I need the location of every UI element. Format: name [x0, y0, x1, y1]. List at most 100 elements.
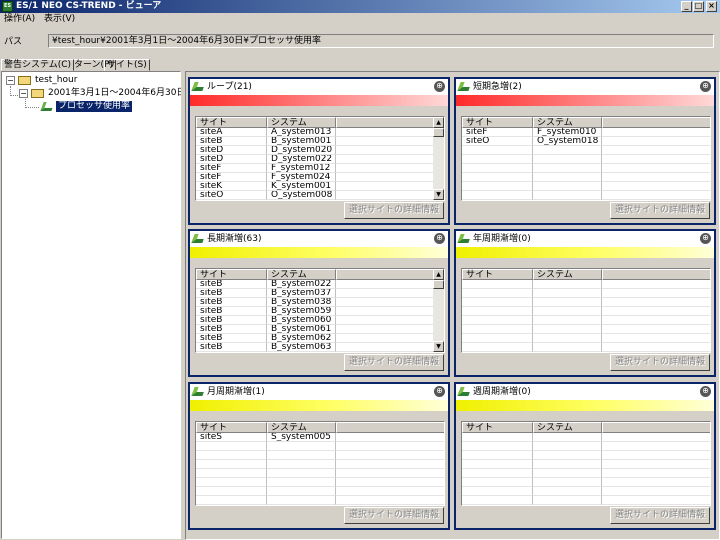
scroll-thumb[interactable] [433, 128, 444, 137]
scroll-down-icon[interactable]: ▼ [433, 189, 444, 200]
column-header-system[interactable]: システム [267, 117, 336, 128]
collapse-toggle-icon[interactable]: ⊕ [700, 233, 711, 244]
column-header-system[interactable]: システム [533, 117, 602, 128]
panel-header: 年周期漸増(0) ⊕ [456, 231, 714, 247]
menu-bar: 操作(A) 表示(V) [0, 13, 720, 26]
table-row [462, 164, 710, 173]
menu-view[interactable]: 表示(V) [44, 13, 75, 26]
site-table[interactable]: サイト システム siteA A_system013 siteB B_system00… [195, 116, 445, 201]
column-header-system[interactable]: システム [533, 422, 602, 433]
cell-system: D_system020 [267, 146, 336, 155]
table-header: サイト システム [196, 117, 444, 128]
table-row[interactable]: siteD D_system022 [196, 155, 444, 164]
table-header: サイト システム [462, 117, 710, 128]
cell-system [533, 280, 602, 289]
trend-icon [457, 82, 472, 91]
table-row[interactable]: siteO O_system008 [196, 191, 444, 200]
column-header-system[interactable]: システム [267, 422, 336, 433]
table-row[interactable]: siteS S_system005 [196, 433, 444, 442]
detail-info-button[interactable]: 選択サイトの詳細情報 [610, 202, 710, 219]
close-button[interactable]: × [706, 1, 717, 12]
collapse-icon[interactable]: − [6, 76, 15, 85]
panel-header: 短期急増(2) ⊕ [456, 79, 714, 95]
table-row[interactable]: siteF F_system010 [462, 128, 710, 137]
column-header-site[interactable]: サイト [196, 422, 267, 433]
panel-loop: ループ(21) ⊕ サイト システム siteA A_system013 siteB… [188, 77, 450, 225]
site-table[interactable]: サイト システム siteS S_system005 [195, 421, 445, 506]
table-row[interactable]: siteB B_system061 [196, 325, 444, 334]
detail-info-button[interactable]: 選択サイトの詳細情報 [610, 507, 710, 524]
site-table[interactable]: サイト システム siteB B_system022 siteB B_system03… [195, 268, 445, 353]
collapse-toggle-icon[interactable]: ⊕ [700, 81, 711, 92]
detail-info-button[interactable]: 選択サイトの詳細情報 [344, 202, 444, 219]
site-table[interactable]: サイト システム siteF F_system010 siteO O_system01… [461, 116, 711, 201]
table-row[interactable]: siteB B_system037 [196, 289, 444, 298]
column-header-site[interactable]: サイト [462, 117, 533, 128]
collapse-toggle-icon[interactable]: ⊕ [434, 233, 445, 244]
column-header-system[interactable]: システム [267, 269, 336, 280]
minimize-button[interactable]: _ [681, 1, 692, 12]
cell-system: B_system063 [267, 343, 336, 352]
table-row[interactable]: siteB B_system001 [196, 137, 444, 146]
scroll-up-icon[interactable]: ▲ [433, 117, 444, 128]
menu-operation[interactable]: 操作(A) [4, 13, 35, 26]
table-row[interactable]: siteO O_system018 [462, 137, 710, 146]
tab-site[interactable]: サイト(S) [104, 59, 150, 71]
collapse-toggle-icon[interactable]: ⊕ [700, 386, 711, 397]
cell-system: F_system012 [267, 164, 336, 173]
table-row[interactable]: siteK K_system001 [196, 182, 444, 191]
cell-blank [602, 155, 710, 164]
table-row[interactable]: siteB B_system059 [196, 307, 444, 316]
table-row[interactable]: siteF F_system024 [196, 173, 444, 182]
site-table[interactable]: サイト システム [461, 421, 711, 506]
cell-blank [602, 496, 710, 505]
cell-blank [602, 469, 710, 478]
scroll-down-icon[interactable]: ▼ [433, 341, 444, 352]
collapse-toggle-icon[interactable]: ⊕ [434, 81, 445, 92]
column-header-system[interactable]: システム [533, 269, 602, 280]
table-row[interactable]: siteD D_system020 [196, 146, 444, 155]
table-row[interactable]: siteB B_system063 [196, 343, 444, 352]
table-row [462, 442, 710, 451]
detail-info-button[interactable]: 選択サイトの詳細情報 [344, 354, 444, 371]
table-row[interactable]: siteB B_system022 [196, 280, 444, 289]
cell-site: siteS [196, 433, 267, 442]
trend-icon [457, 387, 472, 396]
detail-info-button[interactable]: 選択サイトの詳細情報 [344, 507, 444, 524]
table-row[interactable]: siteA A_system013 [196, 128, 444, 137]
table-row [462, 451, 710, 460]
column-header-site[interactable]: サイト [196, 117, 267, 128]
cell-system: D_system022 [267, 155, 336, 164]
column-header-site[interactable]: サイト [462, 269, 533, 280]
table-row [196, 460, 444, 469]
vertical-scrollbar[interactable]: ▲ ▼ [433, 269, 444, 352]
trend-icon [191, 387, 206, 396]
cell-site: siteB [196, 298, 267, 307]
tab-alert-system[interactable]: 警告システム(C) [1, 59, 75, 71]
site-table[interactable]: サイト システム [461, 268, 711, 353]
table-row [462, 191, 710, 200]
scroll-up-icon[interactable]: ▲ [433, 269, 444, 280]
column-header-site[interactable]: サイト [196, 269, 267, 280]
table-row [462, 343, 710, 352]
vertical-scrollbar[interactable]: ▲ ▼ [433, 117, 444, 200]
table-row[interactable]: siteB B_system062 [196, 334, 444, 343]
collapse-toggle-icon[interactable]: ⊕ [434, 386, 445, 397]
panel-long-term-increase: 長期漸増(63) ⊕ サイト システム siteB B_system022 site… [188, 229, 450, 377]
title-bar: ES ES/1 NEO CS-TREND - ビューア _ □ × [0, 0, 720, 13]
detail-info-button[interactable]: 選択サイトの詳細情報 [610, 354, 710, 371]
panel-monthly-cycle-increase: 月周期漸増(1) ⊕ サイト システム siteS S_system005 選択サ… [188, 382, 450, 530]
scroll-thumb[interactable] [433, 280, 444, 289]
cell-system: B_system001 [267, 137, 336, 146]
cell-site: siteO [196, 191, 267, 200]
cell-blank [336, 146, 435, 155]
table-row[interactable]: siteB B_system038 [196, 298, 444, 307]
cell-blank [336, 137, 435, 146]
table-row[interactable]: siteF F_system012 [196, 164, 444, 173]
column-header-site[interactable]: サイト [462, 422, 533, 433]
collapse-icon[interactable]: − [19, 89, 28, 98]
trend-icon [40, 102, 55, 111]
cell-system [267, 451, 336, 460]
table-row[interactable]: siteB B_system060 [196, 316, 444, 325]
maximize-button[interactable]: □ [693, 1, 704, 12]
